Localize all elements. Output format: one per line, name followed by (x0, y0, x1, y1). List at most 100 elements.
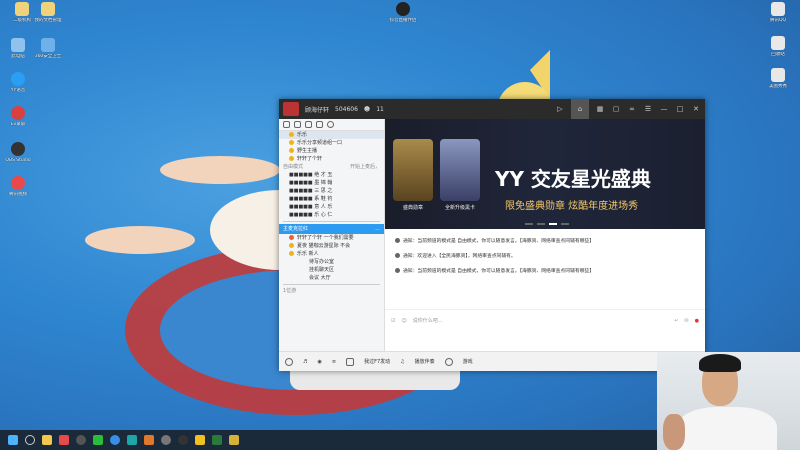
bottom-toolbar: ♬ ◉ ≡ 我过F7发动 ♫ 播放伴奏 游戏 (279, 351, 705, 371)
member-row[interactable]: ■■■■■ 系 鞋 钓 (279, 195, 384, 203)
desktop-icon-top[interactable]: 抖音直播伴侣 (385, 2, 421, 23)
sub-row[interactable]: 轩轩了个轩 一个我们需要 (279, 234, 384, 242)
desktop-icon-5[interactable]: Ev录屏 (0, 106, 36, 127)
comment-icon[interactable]: ✉ (684, 318, 688, 324)
app-icon (771, 36, 785, 50)
desktop-icon-r1[interactable]: 回收站 (760, 36, 796, 57)
browser-icon[interactable] (110, 435, 120, 445)
channel-title: 顾海仔轩 (305, 106, 330, 114)
desktop-icon-3[interactable]: 360安全卫士 (30, 38, 66, 59)
minimize-icon[interactable]: — (659, 105, 669, 113)
search-icon[interactable] (327, 121, 334, 128)
desktop-icon-r0[interactable]: 腾讯QQ (760, 2, 796, 23)
location-icon[interactable] (305, 121, 312, 128)
app-icon[interactable] (212, 435, 222, 445)
card-badge: 全新升级黑卡 (440, 139, 480, 211)
desktop-icon-4[interactable]: YY语音 (0, 72, 36, 93)
room-row[interactable]: 会议 大厅 (279, 274, 384, 282)
desktop-icon-7[interactable]: 腾讯视频 (0, 176, 36, 197)
channel-toolbar (279, 119, 384, 131)
speaker-icon[interactable]: ♬ (303, 359, 307, 365)
link-icon[interactable]: ∞ (627, 105, 637, 113)
sub-row[interactable]: 夏夜 猫咖云游星际 不会 (279, 242, 384, 250)
folder-icon (41, 2, 55, 16)
mode-label-row: 自由模式 开始上麦后， (283, 164, 380, 170)
home-icon[interactable]: ⌂ (571, 99, 589, 119)
user-icon: ☻ (363, 105, 371, 113)
game-button[interactable]: 游戏 (463, 358, 473, 365)
app-icon (771, 68, 785, 82)
desktop-icon-6[interactable]: OBS Studio (0, 142, 36, 163)
app-icon (11, 142, 25, 156)
app-icon[interactable] (144, 435, 154, 445)
channel-row-3[interactable]: 轩轩了个轩 (279, 155, 384, 163)
contacts-icon[interactable] (283, 121, 290, 128)
member-row[interactable]: ■■■■■ 墨 锦 翰 (279, 179, 384, 187)
menu-icon[interactable]: ☰ (643, 105, 653, 113)
accompaniment-button[interactable]: 播放伴奏 (415, 358, 435, 365)
app-icon[interactable] (229, 435, 239, 445)
channel-row-2[interactable]: 野生主播 (279, 147, 384, 155)
divider (283, 221, 380, 222)
keyboard-icon[interactable] (346, 357, 355, 366)
gamepad-icon[interactable]: ☑ (391, 318, 395, 324)
app-icon[interactable] (178, 435, 188, 445)
emoji-icon[interactable]: ☺ (401, 318, 406, 324)
history-icon[interactable] (294, 121, 301, 128)
mic-icon[interactable]: ◉ (317, 359, 321, 365)
app-icon[interactable] (59, 435, 69, 445)
user-icon (289, 243, 294, 248)
member-row[interactable]: ■■■■■ 乐 心 仁 (279, 211, 384, 219)
file-explorer-icon[interactable] (42, 435, 52, 445)
channel-row-0[interactable]: 乐乐 (279, 131, 384, 139)
chat-input[interactable]: 说你什么吧... (413, 317, 669, 324)
channel-avatar[interactable] (283, 102, 299, 116)
desktop-icon-r2[interactable]: 美图秀秀 (760, 68, 796, 89)
chat-message: 通知：当前频道的模式是 自由模式，你可以随意发言。【海豚资、网络审查点同辅有哪些… (395, 237, 695, 244)
room-row[interactable]: 待写办公室 (279, 258, 384, 266)
chat-message: 通知：欢迎进入【全民海豚资】，网络审查点同辅有。 (395, 252, 695, 259)
search-icon[interactable] (25, 435, 35, 445)
online-count: 11 (376, 105, 384, 113)
divider (283, 284, 380, 285)
video-icon[interactable]: ▷ (555, 105, 565, 113)
promo-banner[interactable]: 盛典勋章 全新升级黑卡 YY 交友星光盛典 限免盛典勋章 炫酷年度进场秀 (385, 119, 705, 229)
sub-row[interactable]: 乐乐 新人 (279, 250, 384, 258)
mic-icon[interactable]: ● (695, 318, 699, 324)
ptt-button[interactable]: 我过F7发动 (364, 358, 390, 365)
banner-subtitle: 限免盛典勋章 炫酷年度进场秀 (505, 201, 639, 212)
avatar-icon[interactable] (285, 357, 293, 366)
app-icon (11, 106, 25, 120)
wechat-icon[interactable] (93, 435, 103, 445)
equalizer-icon[interactable]: ≡ (332, 359, 336, 365)
gift-icon[interactable]: ▢ (611, 105, 621, 113)
app-icon[interactable] (161, 435, 171, 445)
app-icon[interactable] (127, 435, 137, 445)
yy-main-window[interactable]: 顾海仔轩 504606 ☻ 11 ▷ ⌂ ▦ ▢ ∞ ☰ — □ ✕ 乐乐 乐乐… (279, 99, 705, 371)
banner-pagination[interactable] (525, 223, 569, 225)
close-icon[interactable]: ✕ (691, 105, 701, 113)
music-icon[interactable]: ♫ (400, 359, 404, 365)
banner-title: YY 交友星光盛典 (495, 167, 651, 191)
room-row[interactable]: 挂机聊天区 (279, 266, 384, 274)
channel-row-1[interactable]: 乐乐分享频道组一口 (279, 139, 384, 147)
member-row[interactable]: ■■■■■ 意 人 乐 (279, 203, 384, 211)
maximize-icon[interactable]: □ (675, 105, 685, 113)
app-icon[interactable] (195, 435, 205, 445)
start-icon[interactable] (8, 435, 18, 445)
grid-icon[interactable]: ▦ (595, 105, 605, 113)
send-icon[interactable]: ↵ (674, 318, 678, 324)
member-row[interactable]: ■■■■■ 绝 才 玉 (279, 171, 384, 179)
member-row[interactable]: ■■■■■ 三 思 之 (279, 187, 384, 195)
chat-input-area[interactable]: ☑ ☺ 说你什么吧... ↵ ✉ ● (385, 309, 705, 331)
person-hand (663, 414, 685, 450)
list-icon[interactable] (316, 121, 323, 128)
mic-queue-bar[interactable]: 主麦克拉红 ... (279, 224, 384, 234)
game-icon[interactable] (444, 357, 453, 366)
user-icon (289, 148, 294, 153)
info-icon (395, 238, 400, 243)
window-titlebar[interactable]: 顾海仔轩 504606 ☻ 11 ▷ ⌂ ▦ ▢ ∞ ☰ — □ ✕ (279, 99, 705, 119)
app-icon (11, 72, 25, 86)
desktop-icon-1[interactable]: 我的文档管理 (30, 2, 66, 23)
app-icon[interactable] (76, 435, 86, 445)
